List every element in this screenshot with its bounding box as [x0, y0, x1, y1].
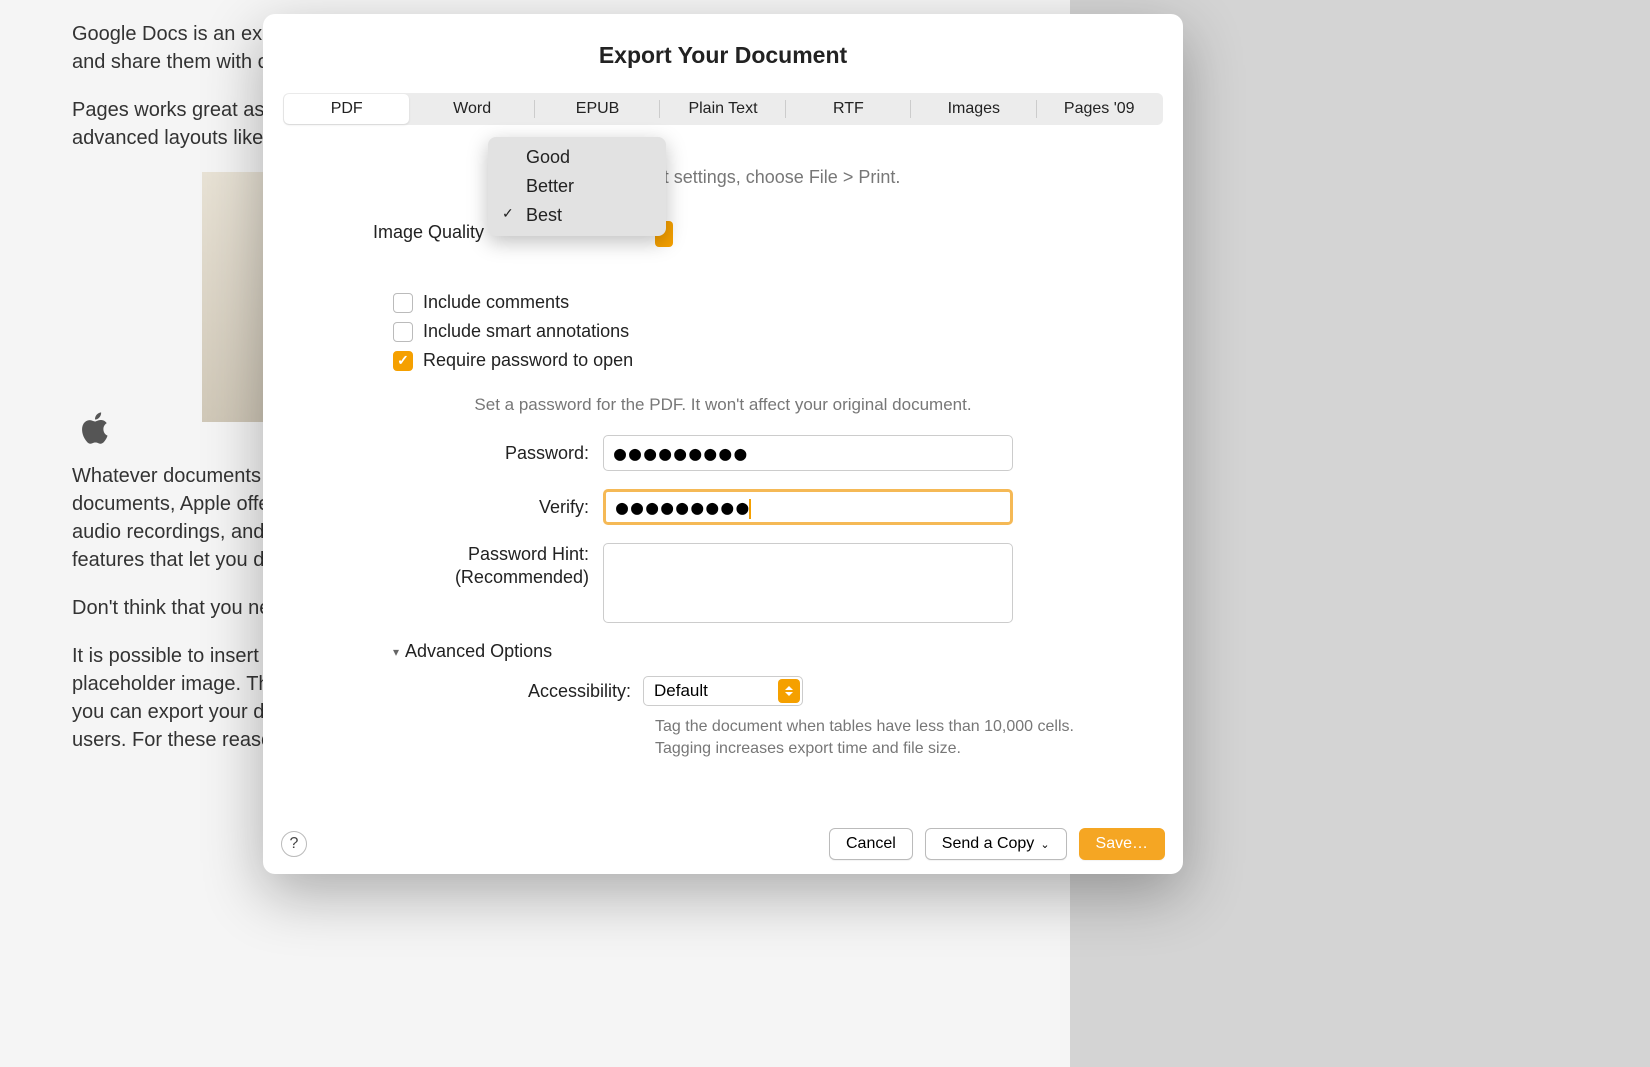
- include-comments-row: Include comments: [283, 292, 1163, 313]
- accessibility-select[interactable]: Default: [643, 676, 803, 706]
- dialog-content: To change print settings, choose File > …: [263, 137, 1183, 814]
- verify-label: Verify:: [283, 497, 603, 518]
- print-hint-text: To change print settings, choose File > …: [283, 167, 1163, 188]
- include-annotations-checkbox[interactable]: [393, 322, 413, 342]
- include-annotations-row: Include smart annotations: [283, 321, 1163, 342]
- advanced-options-disclosure[interactable]: ▾ Advanced Options: [393, 641, 1163, 662]
- tab-pdf[interactable]: PDF: [284, 94, 409, 124]
- require-password-checkbox[interactable]: [393, 351, 413, 371]
- image-quality-label: Image Quality: [373, 222, 484, 243]
- include-comments-label: Include comments: [423, 292, 569, 313]
- include-annotations-label: Include smart annotations: [423, 321, 629, 342]
- tab-pages09[interactable]: Pages '09: [1037, 94, 1162, 124]
- tab-word[interactable]: Word: [409, 94, 534, 124]
- chevron-down-icon: ▾: [393, 645, 399, 659]
- select-arrows-icon: [778, 679, 800, 703]
- send-copy-button[interactable]: Send a Copy ⌄: [925, 828, 1067, 860]
- image-quality-dropdown: Good Better Best: [488, 137, 666, 236]
- tab-epub[interactable]: EPUB: [535, 94, 660, 124]
- quality-option-good[interactable]: Good: [488, 143, 666, 172]
- chevron-down-icon: ⌄: [1040, 838, 1049, 851]
- password-label: Password:: [283, 443, 603, 464]
- require-password-label: Require password to open: [423, 350, 633, 371]
- password-input[interactable]: ●●●●●●●●●: [603, 435, 1013, 471]
- apple-logo-icon: [80, 410, 110, 446]
- accessibility-note: Tag the document when tables have less t…: [393, 716, 1163, 761]
- dialog-footer: ? Cancel Send a Copy ⌄ Save…: [263, 814, 1183, 874]
- require-password-row: Require password to open: [283, 350, 1163, 371]
- dialog-title: Export Your Document: [263, 14, 1183, 93]
- accessibility-row: Accessibility: Default: [393, 676, 1163, 706]
- text-cursor: [749, 499, 751, 519]
- verify-row: Verify: ●●●●●●●●●: [283, 489, 1163, 525]
- export-dialog: Export Your Document PDF Word EPUB Plain…: [263, 14, 1183, 874]
- include-comments-checkbox[interactable]: [393, 293, 413, 313]
- password-row: Password: ●●●●●●●●●: [283, 435, 1163, 471]
- tab-plain-text[interactable]: Plain Text: [660, 94, 785, 124]
- cancel-button[interactable]: Cancel: [829, 828, 913, 860]
- quality-option-better[interactable]: Better: [488, 172, 666, 201]
- tab-rtf[interactable]: RTF: [786, 94, 911, 124]
- format-tabs: PDF Word EPUB Plain Text RTF Images Page…: [283, 93, 1163, 125]
- tab-images[interactable]: Images: [911, 94, 1036, 124]
- save-button[interactable]: Save…: [1079, 828, 1165, 860]
- quality-option-best[interactable]: Best: [488, 201, 666, 230]
- advanced-options-label: Advanced Options: [405, 641, 552, 662]
- password-hint-row: Password Hint: (Recommended): [283, 543, 1163, 623]
- accessibility-label: Accessibility:: [393, 681, 643, 702]
- password-note: Set a password for the PDF. It won't aff…: [283, 395, 1163, 415]
- help-button[interactable]: ?: [281, 831, 307, 857]
- password-hint-input[interactable]: [603, 543, 1013, 623]
- verify-input[interactable]: ●●●●●●●●●: [603, 489, 1013, 525]
- password-hint-label: Password Hint: (Recommended): [283, 543, 603, 590]
